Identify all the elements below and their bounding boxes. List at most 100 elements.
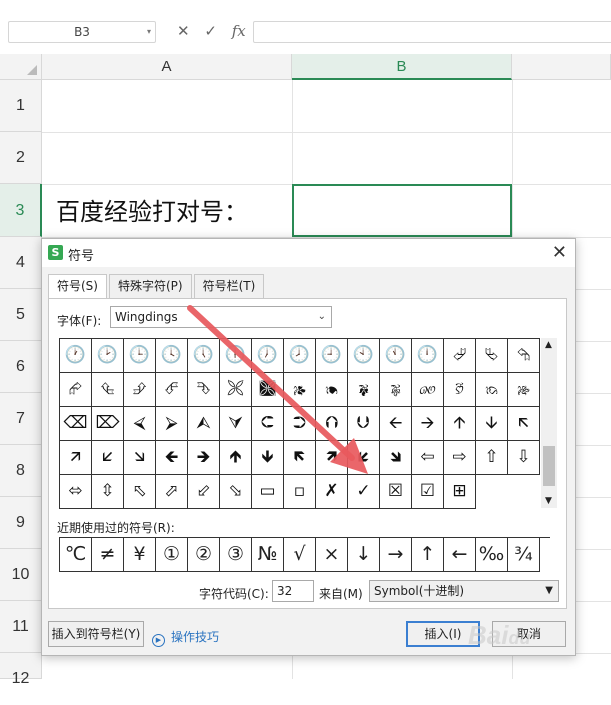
symbol-cell[interactable]: ⮲: [508, 339, 540, 373]
tips-link[interactable]: ▶ 操作技巧: [152, 628, 219, 647]
symbol-cell[interactable]: 🙒: [476, 373, 508, 407]
symbol-cell[interactable]: ⇳: [92, 475, 124, 509]
name-box[interactable]: B3 ▾: [8, 21, 156, 43]
symbol-cell[interactable]: ✗: [316, 475, 348, 509]
symbol-cell[interactable]: ⮵: [124, 373, 156, 407]
symbol-cell[interactable]: ⮱: [476, 339, 508, 373]
symbol-cell[interactable]: 🡪: [412, 407, 444, 441]
recent-symbol-cell[interactable]: ℃: [60, 538, 92, 572]
recent-symbol-cell[interactable]: √: [284, 538, 316, 572]
recent-symbol-cell[interactable]: ①: [156, 538, 188, 572]
symbol-cell[interactable]: ✓: [348, 475, 380, 509]
symbol-cell[interactable]: ⮘: [124, 407, 156, 441]
recent-symbol-cell[interactable]: ≠: [92, 538, 124, 572]
cell-b3-selected[interactable]: [292, 184, 512, 237]
symbol-cell[interactable]: 🡫: [476, 407, 508, 441]
symbol-cell[interactable]: 🡨: [380, 407, 412, 441]
symbol-cell[interactable]: ⬂: [220, 475, 252, 509]
tab-symbols[interactable]: 符号(S): [48, 274, 107, 299]
symbol-cell[interactable]: 🡯: [92, 441, 124, 475]
chevron-down-icon[interactable]: ▼: [545, 581, 553, 601]
recent-symbol-cell[interactable]: ↑: [412, 538, 444, 572]
dialog-titlebar[interactable]: S 符号 ✕: [42, 239, 575, 267]
symbol-cell[interactable]: ⬀: [156, 475, 188, 509]
close-icon[interactable]: ✕: [552, 242, 567, 263]
symbol-cell[interactable]: 🕗: [284, 339, 316, 373]
row-header-5[interactable]: 5: [0, 289, 42, 341]
symbol-cell[interactable]: ⬄: [60, 475, 92, 509]
symbol-cell[interactable]: ⮳: [60, 373, 92, 407]
symbol-cell[interactable]: ▭: [252, 475, 284, 509]
symbol-cell[interactable]: 🡬: [508, 407, 540, 441]
symbol-cell[interactable]: 🡹: [220, 441, 252, 475]
recent-symbol-cell[interactable]: ×: [316, 538, 348, 572]
row-header-7[interactable]: 7: [0, 393, 42, 445]
symbol-cell[interactable]: 🙓: [508, 373, 540, 407]
symbol-cell[interactable]: 🕚: [380, 339, 412, 373]
symbol-cell[interactable]: 🙔: [316, 373, 348, 407]
symbol-cell[interactable]: ⮉: [316, 407, 348, 441]
symbol-cell[interactable]: ⮶: [156, 373, 188, 407]
symbol-cell[interactable]: 🕓: [156, 339, 188, 373]
symbol-cell[interactable]: ⌦: [92, 407, 124, 441]
column-header-c[interactable]: [512, 54, 611, 80]
tab-symbol-bar[interactable]: 符号栏(T): [193, 274, 265, 298]
symbol-cell[interactable]: ⬃: [188, 475, 220, 509]
symbol-cell[interactable]: ⬁: [124, 475, 156, 509]
check-icon[interactable]: ✓: [204, 22, 217, 40]
symbol-cell[interactable]: 🡻: [252, 441, 284, 475]
symbol-cell[interactable]: ⊞: [444, 475, 476, 509]
symbol-cell[interactable]: 🡾: [380, 441, 412, 475]
symbol-cell[interactable]: 🕕: [220, 339, 252, 373]
symbol-cell[interactable]: 🙑: [444, 373, 476, 407]
symbol-cell[interactable]: ⮷: [188, 373, 220, 407]
symbol-cell[interactable]: 🕖: [252, 339, 284, 373]
char-code-input[interactable]: 32: [272, 580, 314, 602]
symbol-cell[interactable]: 🡺: [188, 441, 220, 475]
row-header-12[interactable]: 12: [0, 653, 42, 687]
symbol-cell[interactable]: ⇧: [476, 441, 508, 475]
tab-special-characters[interactable]: 特殊字符(P): [108, 274, 192, 298]
row-header-8[interactable]: 8: [0, 445, 42, 497]
symbol-cell[interactable]: 🡼: [284, 441, 316, 475]
insert-to-symbol-bar-button[interactable]: 插入到符号栏(Y): [48, 621, 144, 647]
symbol-cell[interactable]: 🙪: [220, 373, 252, 407]
fx-icon[interactable]: fx: [232, 22, 246, 40]
formula-input[interactable]: [253, 21, 611, 43]
symbol-cell[interactable]: 🕔: [188, 339, 220, 373]
from-select[interactable]: Symbol(十进制) ▼: [369, 580, 559, 602]
cancel-icon[interactable]: ✕: [177, 22, 190, 40]
chevron-down-icon[interactable]: ⌄: [318, 307, 326, 327]
symbol-cell[interactable]: 🙐: [412, 373, 444, 407]
symbol-cell[interactable]: ⮈: [252, 407, 284, 441]
recent-symbol-cell[interactable]: ③: [220, 538, 252, 572]
symbol-cell[interactable]: 🡩: [444, 407, 476, 441]
recent-symbol-cell[interactable]: ②: [188, 538, 220, 572]
row-header-3[interactable]: 3: [0, 184, 42, 237]
symbol-cell[interactable]: ⮙: [188, 407, 220, 441]
recent-symbol-cell[interactable]: №: [252, 538, 284, 572]
symbol-cell[interactable]: 🙕: [284, 373, 316, 407]
symbol-cell[interactable]: 🡸: [156, 441, 188, 475]
row-header-11[interactable]: 11: [0, 601, 42, 653]
row-header-4[interactable]: 4: [0, 237, 42, 289]
symbol-cell[interactable]: 🕛: [412, 339, 444, 373]
symbol-cell[interactable]: 🕙: [348, 339, 380, 373]
recent-symbol-cell[interactable]: ‰: [476, 538, 508, 572]
recent-symbol-cell[interactable]: →: [380, 538, 412, 572]
symbol-cell[interactable]: ⮛: [220, 407, 252, 441]
cell-a3[interactable]: 百度经验打对号：: [56, 192, 248, 227]
column-header-b[interactable]: B: [292, 54, 512, 80]
recent-symbol-cell[interactable]: ↓: [348, 538, 380, 572]
symbol-cell[interactable]: 🕘: [316, 339, 348, 373]
scrollbar-thumb[interactable]: [543, 446, 555, 486]
scroll-up-icon[interactable]: ▲: [545, 340, 552, 350]
row-header-10[interactable]: 10: [0, 549, 42, 601]
symbol-cell[interactable]: 🡭: [60, 441, 92, 475]
symbol-cell[interactable]: ☑: [412, 475, 444, 509]
symbol-cell[interactable]: ⇩: [508, 441, 540, 475]
symbol-cell[interactable]: ⇦: [412, 441, 444, 475]
row-header-2[interactable]: 2: [0, 132, 42, 184]
symbol-cell[interactable]: 🡮: [124, 441, 156, 475]
column-header-a[interactable]: A: [42, 54, 292, 80]
